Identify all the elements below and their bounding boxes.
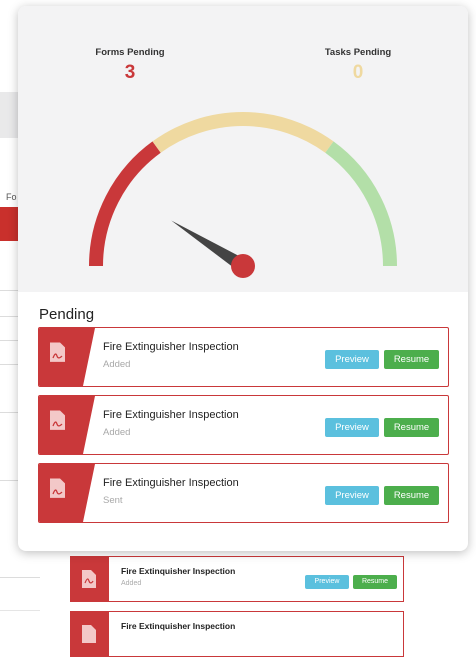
gauge-segment-low [89, 141, 161, 267]
pdf-file-icon [39, 396, 95, 454]
resume-button[interactable]: Resume [384, 350, 439, 369]
background-pending-card[interactable]: Fire Extinquisher Inspection [70, 611, 404, 657]
pdf-file-icon [39, 328, 95, 386]
pending-item-title: Fire Extinguisher Inspection [103, 477, 239, 489]
resume-button[interactable]: Resume [384, 418, 439, 437]
preview-button[interactable]: Preview [325, 486, 379, 505]
pdf-file-icon [71, 612, 109, 656]
gauge-segment-high [325, 141, 397, 267]
background-column-label: Fo [6, 192, 17, 202]
background-card-status: Added [121, 580, 142, 587]
pending-item[interactable]: Fire Extinguisher Inspection Added Previ… [38, 395, 449, 455]
pending-summary-popover: Forms Pending 3 Tasks Pending 0 Pending … [18, 6, 468, 551]
pending-item-status: Added [103, 427, 131, 438]
pending-item[interactable]: Fire Extinguisher Inspection Added Previ… [38, 327, 449, 387]
preview-button[interactable]: Preview [325, 350, 379, 369]
background-preview-button[interactable]: Preview [305, 575, 349, 589]
pending-item-status: Added [103, 359, 131, 370]
background-pending-card[interactable]: Fire Extinquisher Inspection Added Previ… [70, 556, 404, 602]
pending-section-title: Pending [39, 306, 95, 323]
pdf-file-icon [39, 464, 95, 522]
background-pending-list: Fire Extinquisher Inspection Added Previ… [60, 548, 432, 657]
preview-button[interactable]: Preview [325, 418, 379, 437]
pending-item-status: Sent [103, 495, 123, 506]
pending-item-title: Fire Extinguisher Inspection [103, 409, 239, 421]
pending-item-title: Fire Extinguisher Inspection [103, 341, 239, 353]
gauge-needle-hub [231, 254, 255, 278]
background-resume-button[interactable]: Resume [353, 575, 397, 589]
resume-button[interactable]: Resume [384, 486, 439, 505]
gauge-panel: Forms Pending 3 Tasks Pending 0 [18, 6, 468, 292]
pending-item[interactable]: Fire Extinguisher Inspection Sent Previe… [38, 463, 449, 523]
pending-gauge [89, 112, 397, 278]
gauge-segment-mid [152, 112, 334, 153]
background-divider [0, 577, 40, 578]
background-card-title: Fire Extinquisher Inspection [121, 566, 236, 576]
pdf-file-icon [71, 557, 109, 601]
background-card-title: Fire Extinquisher Inspection [121, 621, 236, 631]
background-divider [0, 610, 40, 611]
